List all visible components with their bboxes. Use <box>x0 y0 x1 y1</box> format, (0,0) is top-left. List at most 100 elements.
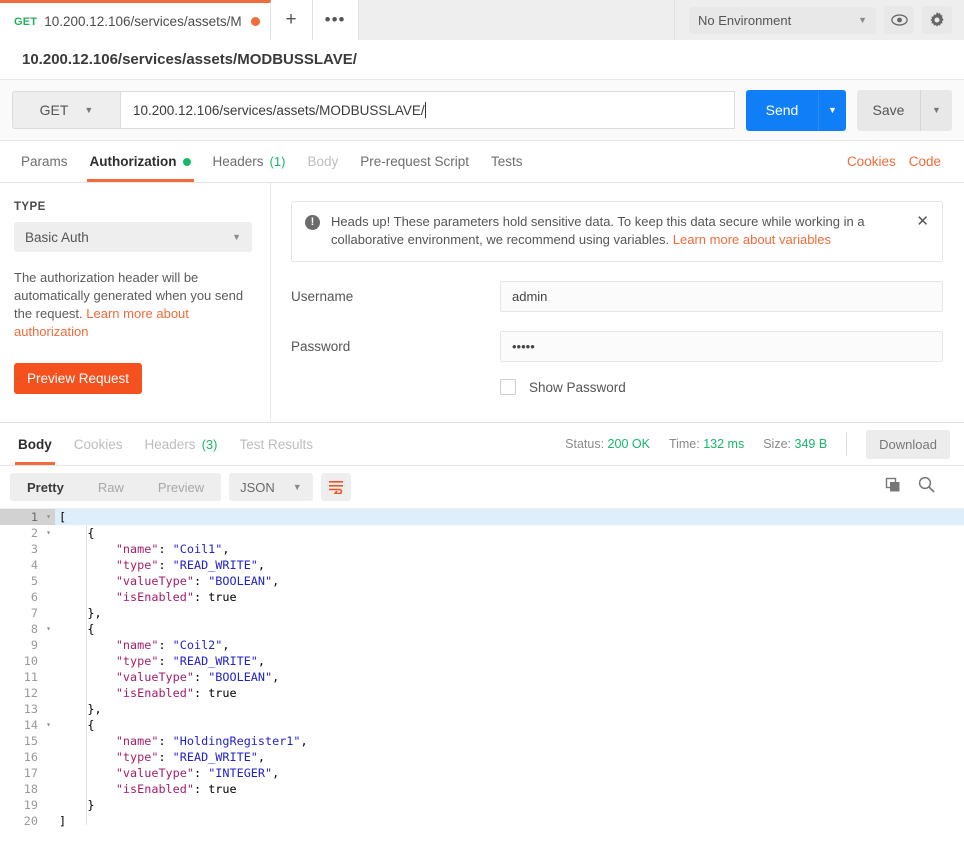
fold-toggle-icon[interactable]: ▾ <box>42 509 55 525</box>
tab-params[interactable]: Params <box>10 141 79 182</box>
time-metric: Time: 132 ms <box>669 437 744 451</box>
password-input[interactable]: ••••• <box>500 331 943 362</box>
code-text: } <box>59 798 95 812</box>
more-tabs-button[interactable]: ••• <box>312 0 359 40</box>
alert-icon: ! <box>305 215 320 230</box>
response-tab-headers-count: (3) <box>201 436 218 452</box>
environment-quick-look-button[interactable] <box>884 6 914 34</box>
url-input-value: 10.200.12.106/services/assets/MODBUSSLAV… <box>133 102 425 118</box>
view-mode-pretty[interactable]: Pretty <box>10 473 81 501</box>
environment-selector[interactable]: No Environment ▼ <box>689 6 876 34</box>
request-tab-strip: GET 10.200.12.106/services/assets/M + ••… <box>0 0 359 40</box>
send-button-group: Send ▼ <box>746 89 846 131</box>
view-mode-raw[interactable]: Raw <box>81 473 141 501</box>
url-input[interactable]: 10.200.12.106/services/assets/MODBUSSLAV… <box>120 91 735 129</box>
line-number: 10 <box>0 653 42 669</box>
code-line: 14 ▾ { <box>0 717 964 733</box>
response-format-value: JSON <box>240 479 275 495</box>
response-tab-cookies[interactable]: Cookies <box>63 423 134 465</box>
variables-learn-more-link[interactable]: Learn more about variables <box>673 232 831 247</box>
request-tab-active[interactable]: GET 10.200.12.106/services/assets/M <box>0 0 271 40</box>
tab-authorization[interactable]: Authorization <box>79 141 202 182</box>
response-format-selector[interactable]: JSON ▼ <box>229 473 313 501</box>
auth-type-label: TYPE <box>14 201 46 213</box>
tab-pre-request-script[interactable]: Pre-request Script <box>349 141 480 182</box>
tab-body[interactable]: Body <box>296 141 349 182</box>
size-label: Size: <box>763 437 792 451</box>
code-line: 12 "isEnabled": true <box>0 685 964 701</box>
line-number: 4 <box>0 557 42 573</box>
send-button[interactable]: Send <box>746 89 818 131</box>
text-cursor <box>424 102 426 118</box>
close-icon[interactable]: ✕ <box>916 213 929 231</box>
code-line: 10 "type": "READ_WRITE", <box>0 653 964 669</box>
environment-selected-label: No Environment <box>698 12 792 28</box>
search-icon <box>918 476 935 493</box>
response-tab-test-results[interactable]: Test Results <box>228 423 324 465</box>
code-line: 11 "valueType": "BOOLEAN", <box>0 669 964 685</box>
response-tab-headers[interactable]: Headers (3) <box>134 423 229 465</box>
download-button[interactable]: Download <box>866 429 950 459</box>
http-method-label: GET <box>39 102 69 118</box>
username-value: admin <box>512 289 548 304</box>
line-number: 6 <box>0 589 42 605</box>
tab-tests[interactable]: Tests <box>480 141 534 182</box>
url-bar: GET ▼ 10.200.12.106/services/assets/MODB… <box>0 80 964 141</box>
fold-toggle-icon[interactable]: ▾ <box>42 621 55 637</box>
response-tab-body[interactable]: Body <box>7 423 63 465</box>
search-button[interactable] <box>918 476 935 498</box>
tab-headers[interactable]: Headers (1) <box>202 141 297 182</box>
fold-toggle-icon[interactable]: ▾ <box>42 717 55 733</box>
chevron-down-icon: ▼ <box>232 232 241 242</box>
authorization-pane: TYPE Basic Auth ▼ The authorization head… <box>0 183 964 423</box>
send-options-button[interactable]: ▼ <box>818 89 846 131</box>
show-password-checkbox[interactable] <box>500 379 516 395</box>
word-wrap-button[interactable] <box>320 473 351 501</box>
cookies-link[interactable]: Cookies <box>847 154 896 169</box>
password-row: Password ••••• <box>291 331 943 362</box>
code-text: { <box>59 718 95 732</box>
auth-type-selector[interactable]: Basic Auth ▼ <box>14 222 252 252</box>
code-text: { <box>59 526 95 540</box>
fold-toggle-icon[interactable]: ▾ <box>42 525 55 541</box>
code-line: 1 ▾ [ <box>0 509 964 525</box>
username-row: Username admin <box>291 281 943 312</box>
response-body-editor[interactable]: 1 ▾[2 ▾ {3 "name": "Coil1", 4 "type": "READ… <box>0 508 964 844</box>
response-tab-cookies-label: Cookies <box>73 436 123 452</box>
code-text: [ <box>59 510 67 524</box>
gear-icon <box>930 12 944 27</box>
save-button-group: Save ▼ <box>857 89 952 131</box>
line-number: 9 <box>0 637 42 653</box>
copy-button[interactable] <box>885 477 901 498</box>
code-text: "name": "Coil1", <box>115 542 230 556</box>
http-method-selector[interactable]: GET ▼ <box>12 91 120 129</box>
code-link[interactable]: Code <box>909 154 941 169</box>
line-number: 12 <box>0 685 42 701</box>
chevron-down-icon: ▼ <box>292 482 302 492</box>
code-line: 16 "type": "READ_WRITE", <box>0 749 964 765</box>
settings-button[interactable] <box>922 6 952 34</box>
code-line: 19 } <box>0 797 964 813</box>
view-mode-preview[interactable]: Preview <box>141 473 221 501</box>
response-tab-body-label: Body <box>18 436 52 452</box>
username-input[interactable]: admin <box>500 281 943 312</box>
code-line: 6 "isEnabled": true <box>0 589 964 605</box>
request-title-row: 10.200.12.106/services/assets/MODBUSSLAV… <box>0 40 964 80</box>
code-text: }, <box>59 606 102 620</box>
save-options-button[interactable]: ▼ <box>920 89 952 131</box>
save-button[interactable]: Save <box>857 89 920 131</box>
code-text: "isEnabled": true <box>115 590 237 604</box>
line-number: 2 <box>0 525 42 541</box>
new-tab-button[interactable]: + <box>270 0 313 40</box>
code-line: 7 }, <box>0 605 964 621</box>
response-tab-headers-label: Headers <box>144 436 196 452</box>
page-title: 10.200.12.106/services/assets/MODBUSSLAV… <box>22 51 357 68</box>
preview-request-button[interactable]: Preview Request <box>14 363 143 394</box>
